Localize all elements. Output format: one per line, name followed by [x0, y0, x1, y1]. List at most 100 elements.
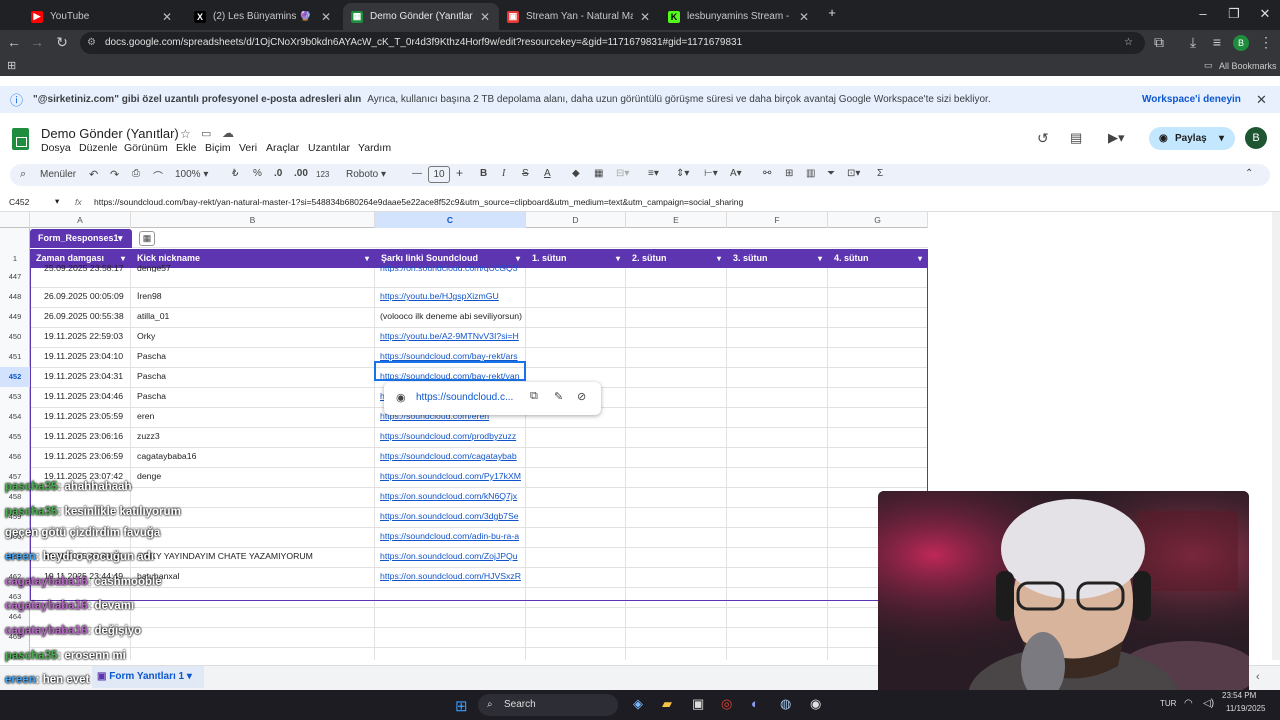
menu-item[interactable]: Dosya	[41, 142, 71, 154]
select-all-corner[interactable]	[0, 212, 30, 228]
browser-tab[interactable]: ▦ Demo Gönder (Yanıtlar) - Goog ✕	[343, 3, 499, 30]
download-icon[interactable]: ⤓	[1184, 34, 1202, 51]
cell-timestamp[interactable]: 19.11.2025 23:06:59	[44, 451, 130, 461]
undo-icon[interactable]: ↶	[89, 168, 98, 181]
sheet-tab-form-yanitlari[interactable]: ▣ Form Yanıtları 1 ▾	[92, 666, 204, 688]
zoom-select[interactable]: 100% ▾	[175, 169, 208, 180]
row-number[interactable]: 454	[0, 407, 30, 427]
cell-timestamp[interactable]: 26.09.2025 00:55:38	[44, 311, 130, 321]
cell-nickname[interactable]: Pascha	[137, 391, 372, 401]
valign-icon[interactable]: ⇕▾	[676, 168, 689, 179]
cell-nickname[interactable]: batuhanxal	[137, 571, 372, 581]
cell-soundcloud-link[interactable]: https://soundcloud.com/cagataybab	[380, 451, 525, 461]
all-bookmarks-link[interactable]: All Bookmarks	[1219, 61, 1277, 71]
comment-icon[interactable]: ⊞	[785, 168, 793, 179]
increase-decimal[interactable]: .00	[294, 168, 308, 179]
cell-soundcloud-link[interactable]: https://on.soundcloud.com/Py17kXM	[380, 471, 525, 481]
table-header-e[interactable]: 2. sütun ▾	[626, 249, 727, 268]
table-header-f[interactable]: 3. sütun ▾	[727, 249, 828, 268]
cell-nickname[interactable]: İren98	[137, 291, 372, 301]
media-icon[interactable]: ≡	[1208, 34, 1226, 50]
obs-icon[interactable]: ◉	[810, 696, 821, 712]
percent-format[interactable]: %	[253, 168, 262, 179]
col-header-g[interactable]: G	[828, 212, 928, 228]
windows-start-icon[interactable]: ⊞	[455, 697, 468, 715]
row-number[interactable]: 448	[0, 287, 30, 307]
maximize-icon[interactable]: ❐	[1224, 6, 1244, 22]
menu-item[interactable]: Ekle	[176, 142, 196, 154]
edit-link-icon[interactable]: ✎	[554, 390, 563, 403]
cell-nickname[interactable]: denge	[137, 471, 372, 481]
cell-nickname[interactable]: Orky	[137, 331, 372, 341]
text-color-icon[interactable]: A	[544, 168, 551, 179]
cell-soundcloud-link[interactable]: https://youtu.be/A2-9MTNvV3I?si=H	[380, 331, 525, 341]
copilot-icon[interactable]: ◈	[633, 696, 643, 712]
tab-close-icon[interactable]: ✕	[479, 10, 491, 24]
menu-item[interactable]: Biçim	[205, 142, 231, 154]
sheets-logo-icon[interactable]	[12, 128, 29, 150]
paint-format-icon[interactable]: ⌒	[153, 168, 163, 183]
align-icon[interactable]: ≡▾	[648, 168, 659, 179]
cell-soundcloud-link[interactable]: https://on.soundcloud.com/3dgb7Se	[380, 511, 525, 521]
address-bar[interactable]: ⚙ docs.google.com/spreadsheets/d/1OjCNoX…	[80, 32, 1145, 54]
cell-soundcloud-link[interactable]: https://soundcloud.com/prodbyzuzz	[380, 431, 525, 441]
volume-icon[interactable]: ◁)	[1203, 698, 1214, 709]
col-header-b[interactable]: B	[131, 212, 375, 228]
taskbar-search[interactable]: ⌕ Search	[478, 694, 618, 716]
table-header-g[interactable]: 4. sütun ▾	[828, 249, 928, 268]
cell-timestamp[interactable]: 19.11.2025 22:59:03	[44, 331, 130, 341]
tab-close-icon[interactable]: ✕	[320, 10, 332, 24]
functions-icon[interactable]: Σ	[877, 168, 883, 179]
menu-item[interactable]: Veri	[239, 142, 257, 154]
back-icon[interactable]: ←	[5, 34, 23, 50]
cell-soundcloud-link[interactable]: https://on.soundcloud.com/kN6Q7jx	[380, 491, 525, 501]
cell-soundcloud-link[interactable]: https://on.soundcloud.com/HJVSxzR	[380, 571, 525, 581]
header-dropdown-icon[interactable]: ▾	[616, 249, 620, 268]
clock-date[interactable]: 11/19/2025	[1226, 704, 1265, 713]
font-size-decrease[interactable]: —	[412, 168, 422, 179]
star-icon[interactable]: ☆	[180, 127, 191, 141]
name-box[interactable]: C452	[9, 197, 29, 207]
cell-soundcloud-link[interactable]: https://on.soundcloud.com/ZojJPQu	[380, 551, 525, 561]
menu-item[interactable]: Düzenle	[79, 142, 118, 154]
link-preview-url[interactable]: https://soundcloud.c...	[416, 392, 513, 403]
discord-icon[interactable]: ◐	[751, 696, 759, 711]
col-header-f[interactable]: F	[727, 212, 828, 228]
language-indicator[interactable]: TUR	[1160, 699, 1176, 708]
remove-link-icon[interactable]: ⊘	[577, 390, 586, 403]
sheet-tab-dropdown-icon[interactable]: ▾	[187, 671, 192, 682]
apps-grid-icon[interactable]: ⊞	[7, 59, 16, 72]
cell-soundcloud-link[interactable]: (volooco ilk deneme abi seviliyorsun)	[380, 311, 525, 321]
strikethrough-icon[interactable]: S	[522, 168, 529, 179]
row-number[interactable]: 451	[0, 347, 30, 367]
new-tab-button[interactable]: +	[822, 5, 842, 20]
share-dropdown-icon[interactable]: ▾	[1219, 127, 1224, 150]
cell-timestamp[interactable]: 19.11.2025 23:05:59	[44, 411, 130, 421]
redo-icon[interactable]: ↷	[110, 168, 119, 181]
wifi-icon[interactable]: ◠	[1184, 698, 1193, 709]
cell-nickname[interactable]: zuzz3	[137, 431, 372, 441]
fill-color-icon[interactable]: ◆	[572, 168, 580, 179]
font-size-increase[interactable]: +	[456, 166, 463, 180]
number-format[interactable]: 123	[316, 170, 329, 179]
cloud-status-icon[interactable]: ☁	[222, 126, 234, 140]
filter-views-icon[interactable]: ⊡▾	[847, 168, 860, 179]
row-number[interactable]: 455	[0, 427, 30, 447]
cell-nickname[interactable]: Pascha	[137, 351, 372, 361]
cell-soundcloud-link[interactable]: https://youtu.be/HJgspXizmGU	[380, 291, 525, 301]
cell-timestamp[interactable]: 19.11.2025 23:04:31	[44, 371, 130, 381]
row-number[interactable]: 450	[0, 327, 30, 347]
browser-tab[interactable]: ▶ YouTube ✕	[23, 3, 181, 30]
browser-tab[interactable]: ▣ Stream Yan - Natural Master by ✕	[499, 3, 659, 30]
cell-nickname[interactable]: Pascha	[137, 371, 372, 381]
table-name-chip[interactable]: Form_Responses1 ▾	[30, 229, 132, 248]
try-workspace-link[interactable]: Workspace'i deneyin	[1142, 94, 1241, 105]
table-name-dropdown-icon[interactable]: ▾	[118, 229, 123, 248]
chrome-menu-icon[interactable]: ⋮	[1257, 34, 1275, 51]
account-avatar[interactable]: B	[1245, 127, 1267, 149]
decrease-decimal[interactable]: .0	[274, 168, 282, 179]
wrap-icon[interactable]: ⊢▾	[704, 168, 718, 179]
minimize-icon[interactable]: –	[1193, 6, 1213, 21]
share-button[interactable]: ◉ Paylaş ▾	[1149, 127, 1235, 150]
row-number[interactable]: 447	[0, 267, 30, 287]
